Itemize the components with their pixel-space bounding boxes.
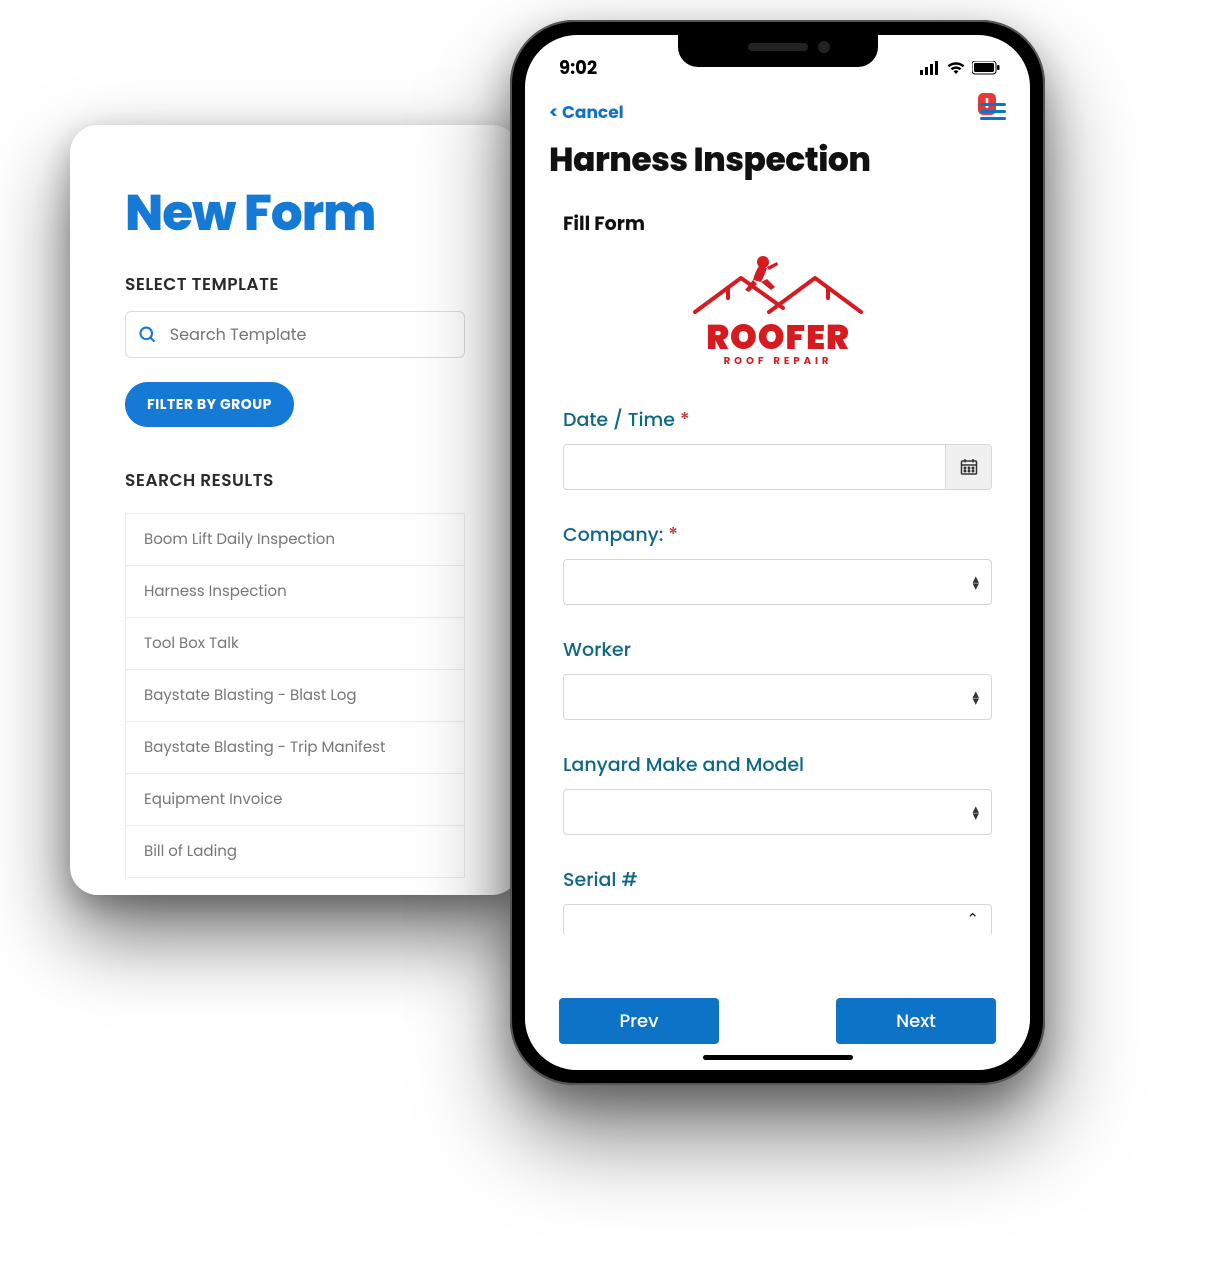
list-item[interactable]: Boom Lift Daily Inspection	[125, 513, 465, 566]
status-time: 9:02	[559, 55, 597, 82]
battery-icon	[972, 61, 1000, 75]
datetime-text-input[interactable]	[564, 445, 945, 489]
calendar-button[interactable]	[945, 445, 991, 489]
worker-field-group: Worker ▴▾	[563, 635, 992, 720]
lanyard-field-group: Lanyard Make and Model ▴▾	[563, 750, 992, 835]
page-title: New Form	[125, 175, 465, 251]
serial-field-group: Serial # ⌃	[563, 865, 992, 934]
select-template-label: SELECT TEMPLATE	[125, 271, 465, 297]
list-item[interactable]: Equipment Invoice	[125, 773, 465, 826]
company-select[interactable]: ▴▾	[563, 559, 992, 605]
datetime-input[interactable]	[563, 444, 992, 490]
chevron-up-icon: ⌃	[966, 908, 979, 931]
serial-select[interactable]: ⌃	[563, 904, 992, 934]
calendar-icon	[960, 458, 978, 476]
search-template-field[interactable]	[125, 311, 465, 358]
fill-form-label: Fill Form	[563, 209, 992, 238]
filter-by-group-button[interactable]: FILTER BY GROUP	[125, 382, 294, 427]
chevron-updown-icon: ▴▾	[972, 575, 979, 589]
company-label: Company: *	[563, 520, 992, 549]
phone-frame: 9:02	[510, 20, 1045, 1085]
svg-text:ROOF REPAIR: ROOF REPAIR	[723, 353, 832, 368]
phone-notch	[678, 35, 878, 67]
next-button[interactable]: Next	[836, 998, 996, 1044]
worker-label: Worker	[563, 635, 992, 664]
prev-button[interactable]: Prev	[559, 998, 719, 1044]
serial-label: Serial #	[563, 865, 992, 894]
search-input[interactable]	[170, 322, 452, 347]
company-field-group: Company: * ▴▾	[563, 520, 992, 605]
cancel-button[interactable]: < Cancel	[549, 99, 624, 125]
search-icon	[138, 324, 158, 346]
company-logo: ROOFER ROOF REPAIR	[563, 254, 992, 381]
lanyard-label: Lanyard Make and Model	[563, 750, 992, 779]
phone-screen: 9:02	[525, 35, 1030, 1070]
lanyard-select[interactable]: ▴▾	[563, 789, 992, 835]
form-card: Fill Form	[549, 209, 1006, 934]
list-item[interactable]: Bill of Lading	[125, 825, 465, 878]
cellular-icon	[920, 61, 940, 75]
form-title: Harness Inspection	[549, 135, 1006, 185]
roofer-logo-icon: ROOFER ROOF REPAIR	[683, 254, 873, 374]
list-item[interactable]: Harness Inspection	[125, 565, 465, 618]
bottom-nav-bar: Prev Next	[525, 986, 1030, 1070]
menu-button[interactable]: !	[980, 103, 1006, 121]
chevron-updown-icon: ▴▾	[972, 690, 979, 704]
list-item[interactable]: Baystate Blasting - Trip Manifest	[125, 721, 465, 774]
chevron-updown-icon: ▴▾	[972, 805, 979, 819]
worker-select[interactable]: ▴▾	[563, 674, 992, 720]
search-results-label: SEARCH RESULTS	[125, 467, 465, 493]
home-indicator	[703, 1055, 853, 1060]
datetime-field-group: Date / Time *	[563, 405, 992, 490]
phone-content: < Cancel ! Harness Inspection Fill Form	[525, 83, 1030, 986]
datetime-label: Date / Time *	[563, 405, 992, 434]
wifi-icon	[946, 61, 966, 75]
list-item[interactable]: Tool Box Talk	[125, 617, 465, 670]
template-selector-card: New Form SELECT TEMPLATE FILTER BY GROUP…	[70, 125, 520, 895]
results-list: Boom Lift Daily Inspection Harness Inspe…	[125, 513, 465, 878]
list-item[interactable]: Baystate Blasting - Blast Log	[125, 669, 465, 722]
